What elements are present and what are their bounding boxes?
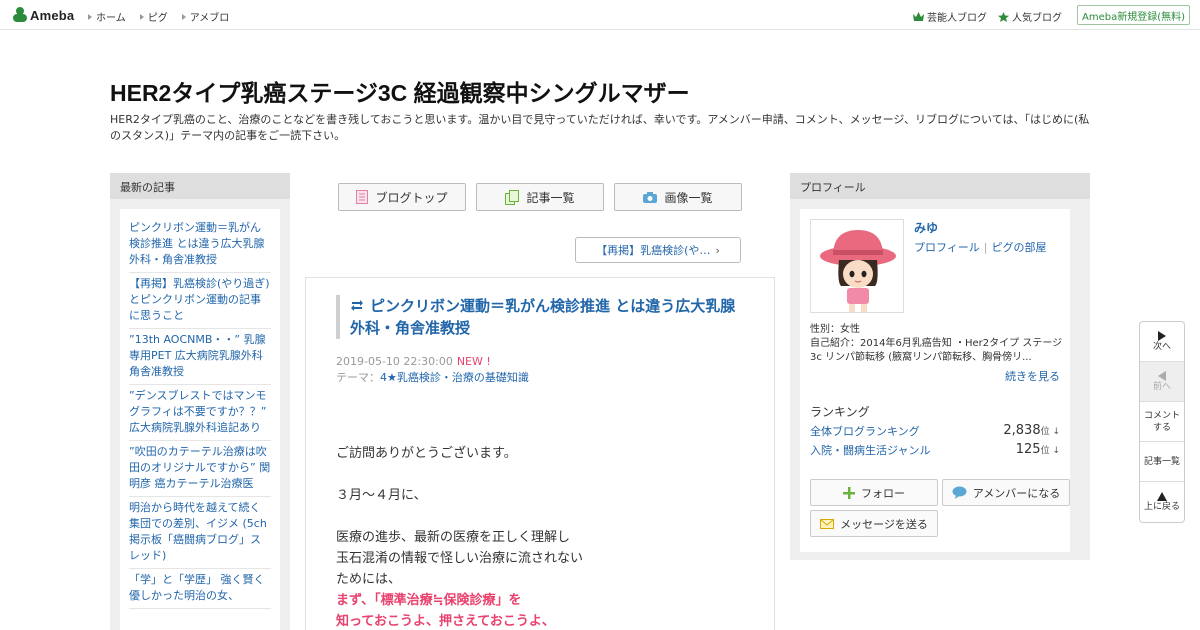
image-list-button[interactable]: 画像一覧 xyxy=(614,183,742,211)
avatar[interactable] xyxy=(810,219,904,313)
blog-description: HER2タイプ乳癌のこと、治療のことなどを書き残しておこうと思います。温かい目で… xyxy=(110,113,1090,142)
side-tools: 次へ 前へ コメントする 記事一覧 上に戻る xyxy=(1139,321,1185,523)
profile-heading: プロフィール xyxy=(790,173,1090,199)
blog-nav-buttons: ブログトップ 記事一覧 画像一覧 xyxy=(338,183,742,211)
ranking-row: 全体ブログランキング 2,838位 ↓ xyxy=(810,423,1060,439)
chevron-right-icon: › xyxy=(715,243,720,257)
recent-entry[interactable]: 「学」と「学歴」 強く賢く優しかった明治の女、 xyxy=(129,569,271,609)
separator: | xyxy=(983,241,988,254)
ranking-label[interactable]: 入院・闘病生活ジャンル xyxy=(810,442,930,458)
article-title-block: ピンクリボン運動＝乳がん検診推進 とは違う広大乳腺外科・角舎准教授 xyxy=(336,295,746,339)
recent-entries-list: ピンクリボン運動＝乳がん検診推進 とは違う広大乳腺外科・角舎准教授 【再掲】乳癌… xyxy=(120,209,280,630)
article-title[interactable]: ピンクリボン運動＝乳がん検診推進 とは違う広大乳腺外科・角舎准教授 xyxy=(350,295,746,339)
previous-entry-button[interactable]: 【再掲】乳癌検診(や… › xyxy=(575,237,741,263)
nav-home[interactable]: ホーム xyxy=(88,9,126,24)
body-line: 医療の進歩、最新の医療を正しく理解し xyxy=(336,530,571,545)
recent-entry[interactable]: 【再掲】乳癌検診(やり過ぎ)とピンクリボン運動の記事に思うこと xyxy=(129,273,271,329)
register-button[interactable]: Ameba新規登録(無料) xyxy=(1077,5,1190,25)
document-icon xyxy=(356,190,369,204)
profile-intro: 自己紹介：2014年6月乳癌告知 ・Her2タイプ ステージ3c リンパ節転移 … xyxy=(810,338,1063,363)
envelope-icon xyxy=(820,518,835,529)
recent-entry[interactable]: ”吹田のカテーテル治療は吹田のオリジナルですから” 関明彦 癌カテーテル治療医 xyxy=(129,441,271,497)
send-message-button[interactable]: メッセージを送る xyxy=(810,510,938,537)
body-line: ためには、 xyxy=(336,572,402,587)
profile-name[interactable]: みゆ xyxy=(914,219,938,236)
avatar-girl-icon xyxy=(820,230,896,312)
profile-gender: 性別：女性 xyxy=(810,324,860,335)
celebrity-blog-link[interactable]: 芸能人ブログ xyxy=(913,9,987,24)
theme-label: テーマ： xyxy=(336,371,380,384)
pig-room-link[interactable]: ピグの部屋 xyxy=(992,241,1047,254)
new-badge: NEW ! xyxy=(456,355,491,368)
star-icon xyxy=(998,11,1009,22)
body-emphasis: 知っておこうよ、押さえておこうよ、 xyxy=(336,614,555,629)
blog-title[interactable]: HER2タイプ乳癌ステージ3C 経過観察中シングルマザー xyxy=(110,74,690,108)
next-entry-tool[interactable]: 次へ xyxy=(1140,322,1184,362)
chat-bubble-icon xyxy=(952,486,967,499)
theme-link[interactable]: 4★乳癌検診・治療の基礎知識 xyxy=(380,371,529,384)
global-nav: ホーム ピグ アメブロ xyxy=(88,9,229,24)
body-line: 玉石混淆の情報で怪しい治療に流されない xyxy=(336,551,584,566)
play-right-icon xyxy=(1158,330,1166,341)
top-links: 芸能人ブログ 人気ブログ xyxy=(913,9,1062,24)
recent-entries-heading: 最新の記事 xyxy=(110,173,290,199)
ranking-value: 125位 ↓ xyxy=(1015,442,1060,457)
nav-ameblo[interactable]: アメブロ xyxy=(181,9,229,24)
profile-info: 性別：女性 自己紹介：2014年6月乳癌告知 ・Her2タイプ ステージ3c リ… xyxy=(810,323,1068,365)
popular-blog-link[interactable]: 人気ブログ xyxy=(998,9,1062,24)
crown-icon xyxy=(913,11,924,21)
plus-icon xyxy=(843,486,855,499)
ranking-row: 入院・闘病生活ジャンル 125位 ↓ xyxy=(810,442,1060,458)
see-more-link[interactable]: 続きを見る xyxy=(1005,368,1060,384)
ranking-label[interactable]: 全体ブログランキング xyxy=(810,423,920,439)
previous-entry-tool: 前へ xyxy=(1140,362,1184,402)
article-body: ご訪問ありがとうございます。 ３月～４月に、 医療の進歩、最新の医療を正しく理解… xyxy=(336,443,583,630)
ranking-title: ランキング xyxy=(810,405,870,419)
blog-top-button[interactable]: ブログトップ xyxy=(338,183,466,211)
recent-entries-panel: 最新の記事 ピンクリボン運動＝乳がん検診推進 とは違う広大乳腺外科・角舎准教授 … xyxy=(110,173,290,630)
triangle-right-icon xyxy=(88,13,92,20)
recent-entry[interactable]: 明治から時代を越えて続く 集団での差別、イジメ (5ch掲示板「癌闘病ブログ」ス… xyxy=(129,497,271,569)
profile-panel: プロフィール みゆ プロフィール | ピグの部屋 性別：女性 自己紹介：2014… xyxy=(790,173,1090,560)
entry-list-tool[interactable]: 記事一覧 xyxy=(1140,442,1184,482)
global-header: Ameba ホーム ピグ アメブロ 芸能人ブログ 人気ブログ Ameba新規登録… xyxy=(0,0,1200,30)
body-line: ご訪問ありがとうございます。 xyxy=(336,446,517,461)
reblog-icon xyxy=(351,300,363,311)
recent-entry[interactable]: ピンクリボン運動＝乳がん検診推進 とは違う広大乳腺外科・角舎准教授 xyxy=(129,217,271,273)
body-line: ３月～４月に、 xyxy=(336,488,427,503)
profile-links: プロフィール | ピグの部屋 xyxy=(914,239,1047,255)
article-meta: 2019-05-10 22:30:00 NEW ! テーマ：4★乳癌検診・治療の基… xyxy=(336,354,529,386)
copy-docs-icon xyxy=(505,189,520,205)
follow-button[interactable]: フォロー xyxy=(810,479,938,506)
triangle-up-icon xyxy=(1157,491,1167,501)
body-emphasis: まず、「標準治療≒保険診療」を xyxy=(336,593,522,608)
profile-body: みゆ プロフィール | ピグの部屋 性別：女性 自己紹介：2014年6月乳癌告知 ・… xyxy=(800,209,1070,552)
article: ピンクリボン運動＝乳がん検診推進 とは違う広大乳腺外科・角舎准教授 2019-0… xyxy=(305,277,775,630)
nav-pig[interactable]: ピグ xyxy=(139,9,168,24)
triangle-right-icon xyxy=(181,13,186,20)
entry-list-button[interactable]: 記事一覧 xyxy=(476,183,604,211)
camera-icon xyxy=(643,191,658,203)
comment-tool[interactable]: コメントする xyxy=(1140,402,1184,442)
ameba-logo-icon xyxy=(13,7,27,23)
ranking-value: 2,838位 ↓ xyxy=(1003,423,1060,438)
ameba-logo[interactable]: Ameba xyxy=(13,6,74,24)
amember-button[interactable]: アメンバーになる xyxy=(942,479,1070,506)
triangle-right-icon xyxy=(139,13,144,20)
logo-text: Ameba xyxy=(30,7,75,23)
back-to-top-tool[interactable]: 上に戻る xyxy=(1140,482,1184,522)
recent-entry[interactable]: ”デンスブレストではマンモグラフィは不要ですか？？” 広大病院乳腺外科追記あり xyxy=(129,385,271,441)
recent-entry[interactable]: ”13th AOCNMB・・” 乳腺専用PET 広大病院乳腺外科 角舎准教授 xyxy=(129,329,271,385)
profile-link[interactable]: プロフィール xyxy=(914,241,980,254)
article-date: 2019-05-10 22:30:00 xyxy=(336,355,453,368)
play-left-icon xyxy=(1158,370,1166,381)
